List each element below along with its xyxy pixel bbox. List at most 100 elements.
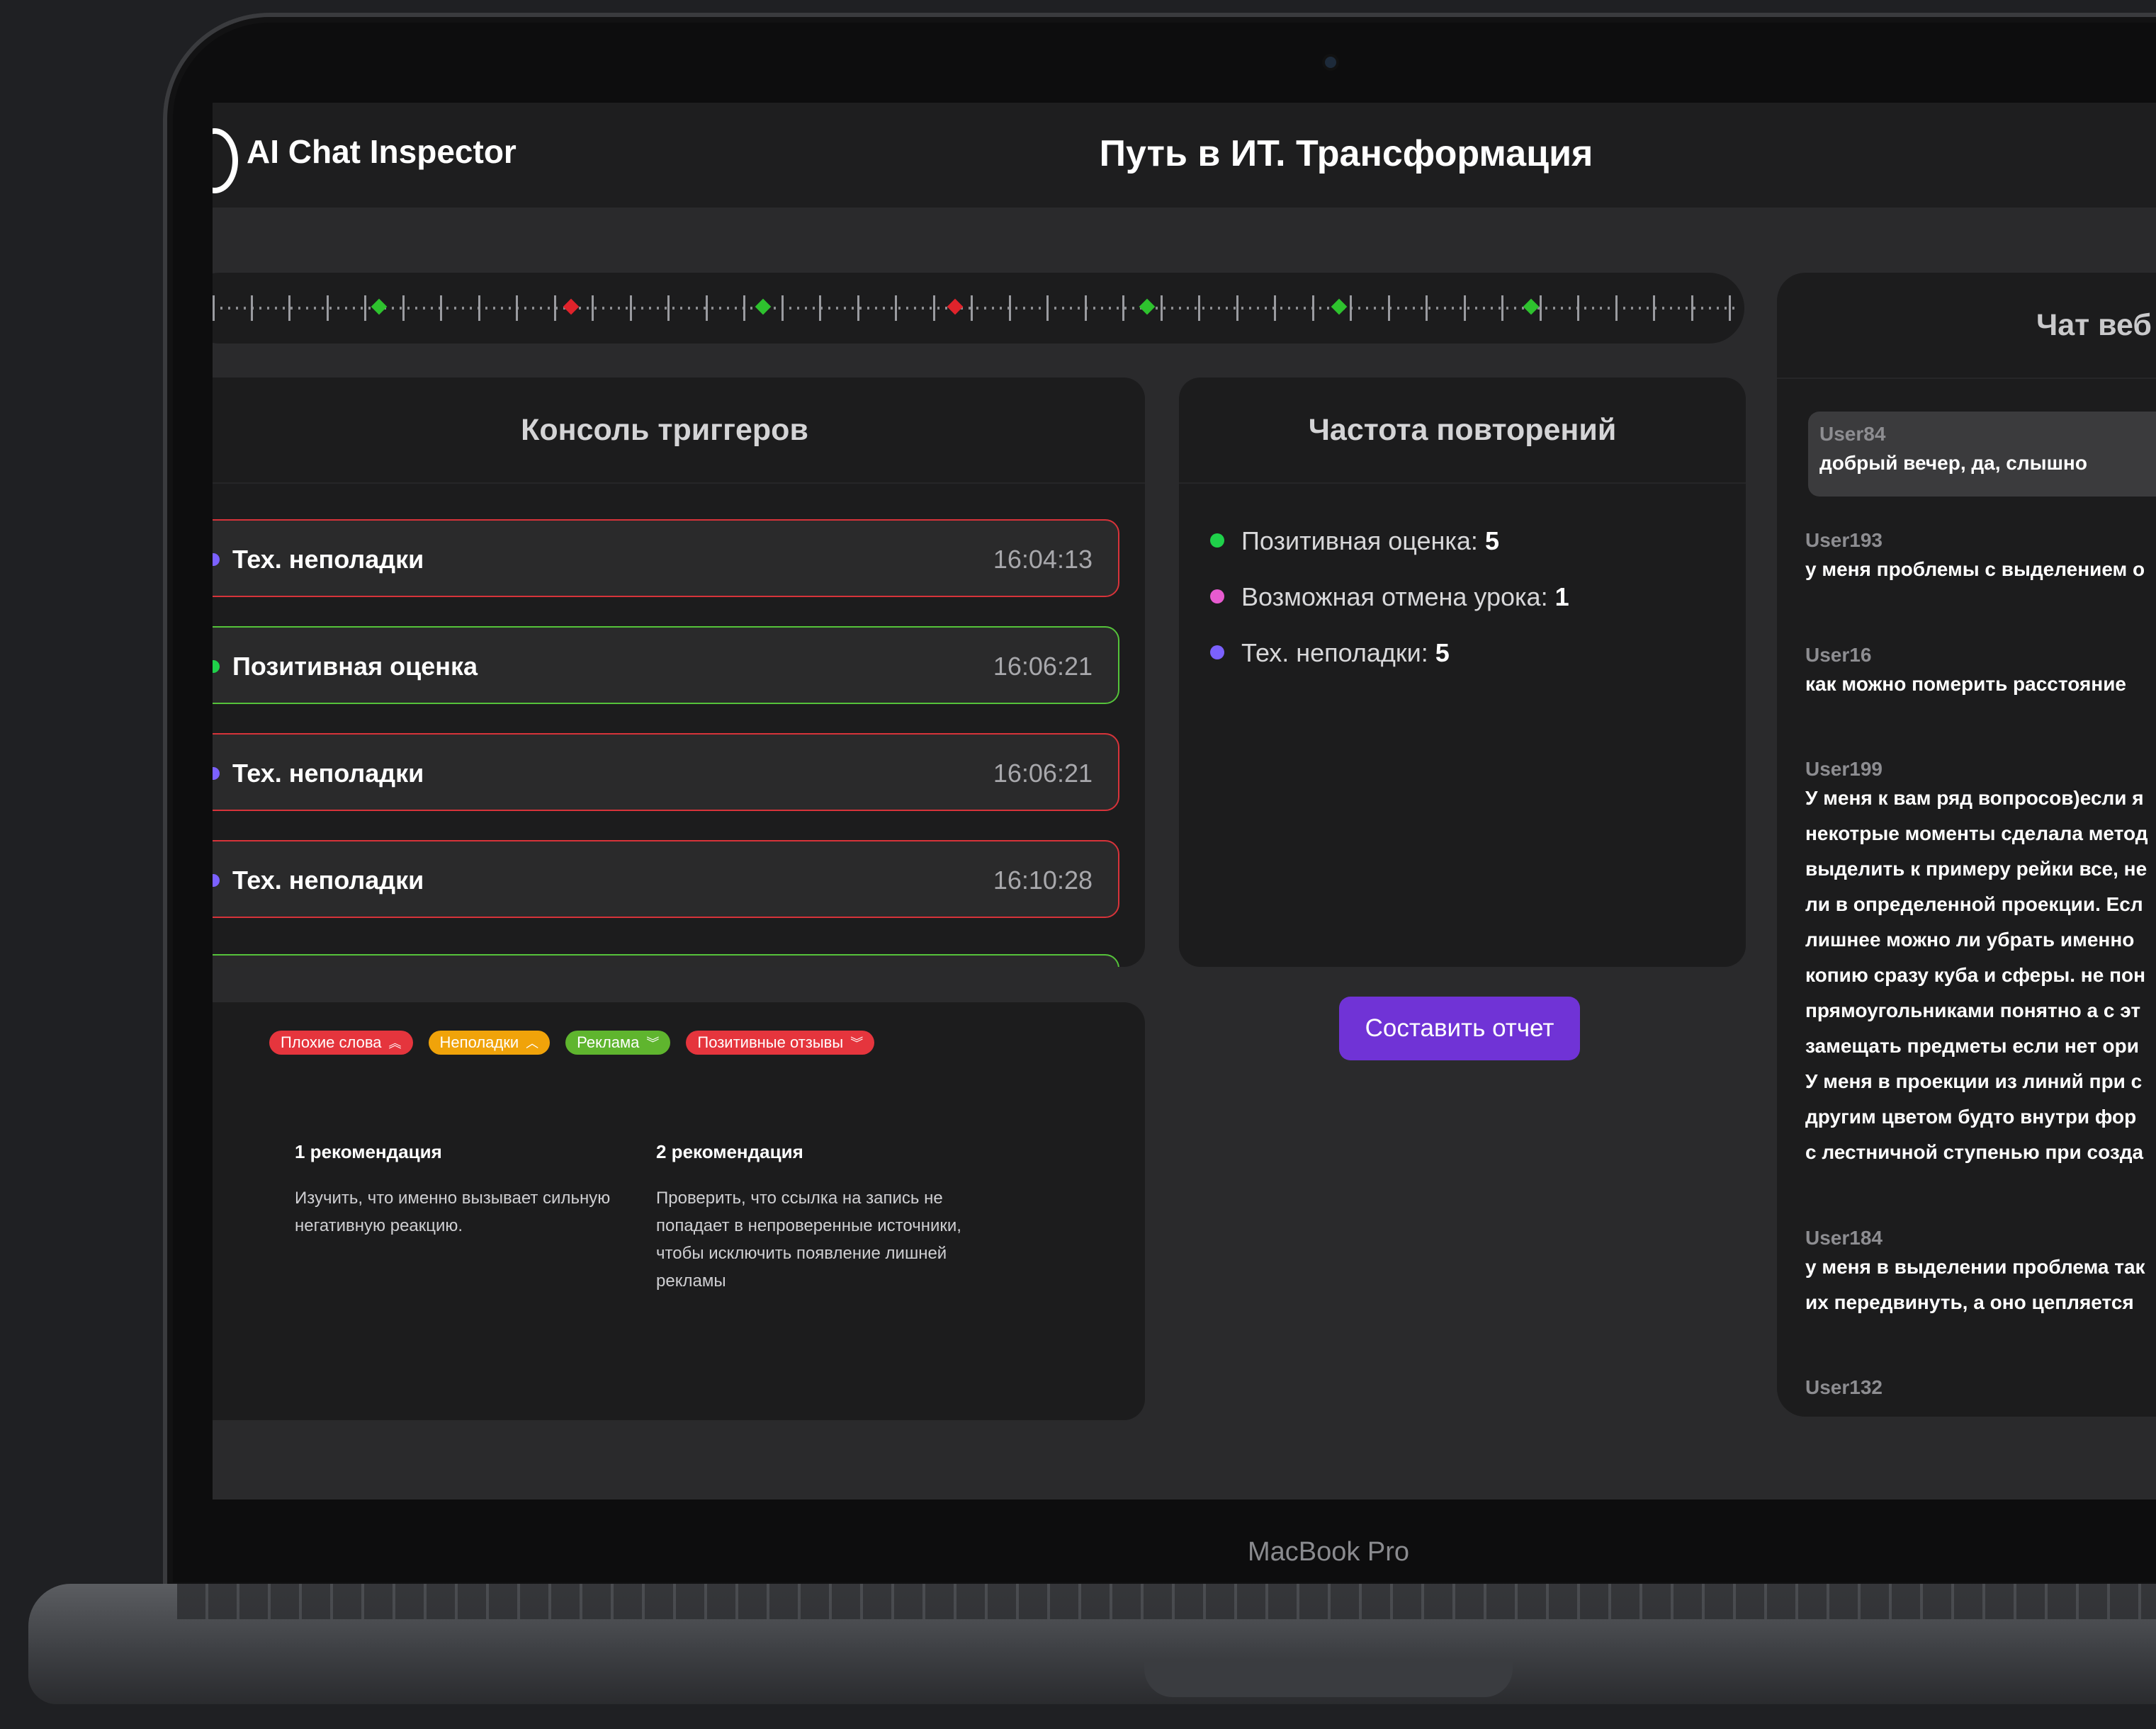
trigger-time: 16:06:21 [993,759,1093,788]
timeline-tick [288,295,290,321]
frequency-panel: Частота повторений Позитивная оценка: 5 Во… [1179,378,1746,967]
chat-text-line: лишнее можно ли убрать именно [1805,929,2135,951]
filter-tag[interactable]: Реклама ︾ [565,1031,671,1055]
timeline-tick [440,295,442,321]
timeline-tick [1729,295,1731,321]
timeline[interactable] [213,273,1744,344]
chat-username: User193 [1805,529,1883,551]
recommendation-text: Проверить, что ссылка на запись не попад… [656,1189,961,1291]
chat-text-line: с лестничной ступенью при созда [1805,1141,2144,1163]
make-report-button[interactable]: Составить отчет [1339,997,1580,1060]
positive-marker-icon[interactable] [1139,298,1156,315]
chat-text-line: их передвинуть, а оно цепляется [1805,1291,2134,1313]
timeline-tick [1653,295,1655,321]
up-chevron-icon: ︿ [526,1036,539,1050]
frequency-item: Возможная отмена урока: 1 [1210,582,1569,612]
trigger-card-partial[interactable] [213,954,1119,967]
timeline-tick [1046,295,1049,321]
timeline-tick [250,295,253,321]
filter-tag[interactable]: Плохие слова ︽ [269,1031,413,1055]
logo-icon [213,128,238,193]
chat-text-line: ли в определенной проекции. Есл [1805,893,2143,915]
positive-marker-icon[interactable] [371,298,388,315]
trigger-console-title: Консоль триггеров [213,378,1145,484]
trigger-card[interactable]: Тех. неполадки 16:10:28 [213,840,1119,918]
chat-message[interactable]: User184 у меня в выделении проблема так их… [1805,1227,2156,1320]
timeline-tick [364,295,366,321]
positive-marker-icon[interactable] [1523,298,1540,315]
chat-message[interactable]: User84 добрый вечер, да, слышно [1808,412,2156,497]
timeline-tick [1615,295,1618,321]
timeline-tick [1198,295,1200,321]
frequency-label: Тех. неполадки: [1241,638,1428,667]
frequency-item: Позитивная оценка: 5 [1210,526,1499,556]
timeline-tick [667,295,670,321]
chat-username: User184 [1805,1227,1883,1249]
frequency-label: Позитивная оценка: [1241,526,1478,555]
timeline-tick [478,295,480,321]
chat-message[interactable]: User199 У меня к вам ряд вопросов)если я н… [1805,758,2156,1170]
timeline-tick [402,295,405,321]
filter-tag-label: Неполадки [439,1033,519,1051]
trigger-name: Тех. неполадки [232,759,424,788]
timeline-tick [781,295,784,321]
timeline-tick [326,295,329,321]
chat-username: User84 [1819,423,1886,445]
positive-marker-icon[interactable] [755,298,772,315]
timeline-tick [629,295,632,321]
timeline-tick [592,295,594,321]
chat-text-line: прямоугольниками понятно а с эт [1805,999,2141,1021]
trigger-dot-icon [213,767,220,780]
timeline-tick [1539,295,1542,321]
negative-marker-icon[interactable] [563,298,580,315]
frequency-title: Частота повторений [1179,378,1746,484]
chat-message[interactable]: User16 как можно померить расстояние [1805,644,2156,702]
recommendation: 1 рекомендация Изучить, что именно вызыва… [295,1141,628,1240]
chat-text-line: как можно померить расстояние [1805,673,2126,695]
frequency-bullet-icon [1210,533,1224,548]
chat-username: User16 [1805,644,1872,666]
chat-title: Чат веб [1777,273,2156,379]
timeline-tick [1160,295,1163,321]
filter-tag[interactable]: Позитивные отзывы ︾ [686,1031,875,1055]
frequency-bullet-icon [1210,589,1224,604]
frequency-count: 1 [1554,582,1569,611]
timeline-tick [971,295,973,321]
frequency-bullet-icon [1210,645,1224,660]
trigger-dot-icon [213,874,220,887]
trigger-name: Тех. неполадки [232,866,424,895]
timeline-tick [1501,295,1503,321]
timeline-tick [857,295,859,321]
timeline-tick [895,295,897,321]
double-down-chevron-icon: ︾ [850,1036,864,1050]
trigger-card[interactable]: Тех. неполадки 16:04:13 [213,519,1119,597]
trigger-card[interactable]: Тех. неполадки 16:06:21 [213,733,1119,811]
timeline-tick [1577,295,1579,321]
trigger-time: 16:04:13 [993,545,1093,574]
chat-message[interactable]: User193 у меня проблемы с выделением о [1805,529,2156,587]
positive-marker-icon[interactable] [1331,298,1348,315]
frequency-label: Возможная отмена урока: [1241,582,1548,611]
chat-panel: Чат веб User84 добрый вечер, да, слышно Us… [1777,273,2156,1417]
filter-tag[interactable]: Неполадки ︿ [428,1031,551,1055]
timeline-tick [1236,295,1238,321]
frequency-count: 5 [1484,526,1499,555]
chat-text-line: у меня в выделении проблема так [1805,1256,2145,1278]
trigger-time: 16:10:28 [993,866,1093,895]
recommendation: 2 рекомендация Проверить, что ссылка на з… [656,1141,989,1295]
trigger-card[interactable]: Позитивная оценка 16:06:21 [213,626,1119,704]
timeline-tick [1350,295,1352,321]
chat-text-line: добрый вечер, да, слышно [1819,452,2087,474]
timeline-tick [1691,295,1693,321]
device-label: MacBook Pro [1247,1537,1410,1567]
chat-message[interactable]: User132 [1805,1376,2156,1399]
negative-marker-icon[interactable] [947,298,964,315]
trigger-dot-icon [213,553,220,566]
page-title: Путь в ИТ. Трансформация [1099,133,1593,174]
double-down-chevron-icon: ︾ [646,1036,660,1050]
chat-text-line: копию сразу куба и сферы. не пон [1805,964,2145,986]
timeline-tick [1084,295,1087,321]
trigger-name: Тех. неполадки [232,545,424,574]
chat-text-line: у меня проблемы с выделением о [1805,558,2145,580]
chat-text-line: другим цветом будто внутри фор [1805,1106,2137,1128]
